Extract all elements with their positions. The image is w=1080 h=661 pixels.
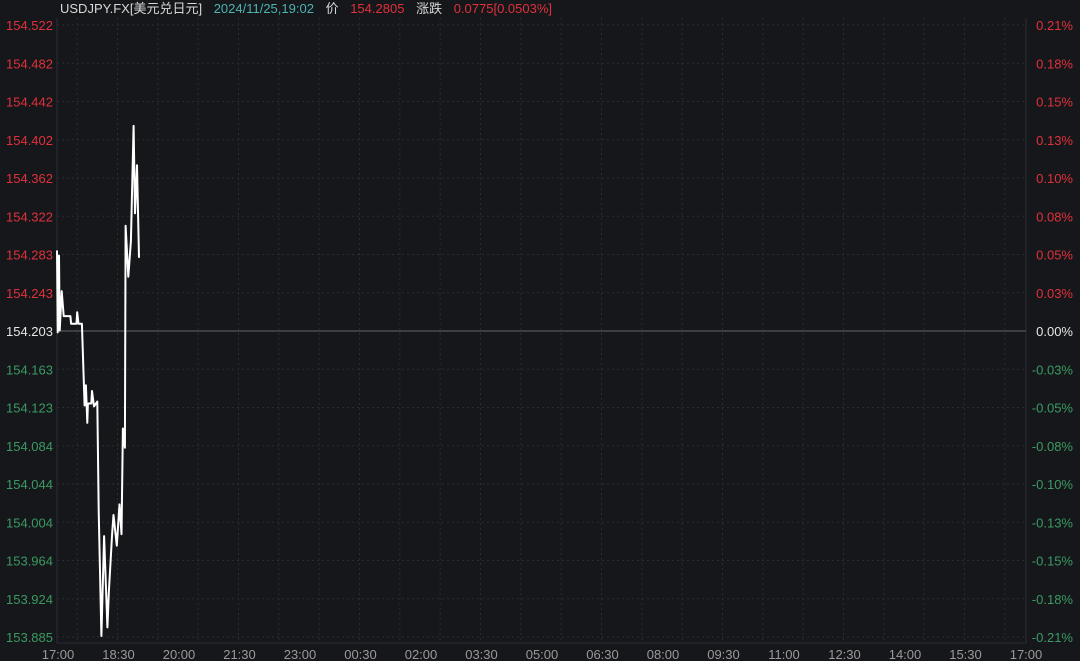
y-tick-right: -0.13% <box>1032 515 1074 530</box>
y-tick-right: 0.18% <box>1036 56 1073 71</box>
y-tick-left: 154.362 <box>6 171 53 186</box>
price-point <box>91 390 93 392</box>
y-tick-left: 153.964 <box>6 554 53 569</box>
price-point <box>61 290 63 292</box>
y-tick-left: 154.123 <box>6 401 53 416</box>
y-tick-right: 0.10% <box>1036 171 1073 186</box>
price-point <box>124 225 127 227</box>
price-point <box>70 323 72 325</box>
x-tick: 06:30 <box>586 647 619 661</box>
y-tick-right: 0.13% <box>1036 133 1073 148</box>
price-point <box>122 427 124 430</box>
x-tick: 20:00 <box>163 647 196 661</box>
price-point <box>127 276 129 278</box>
price-point <box>138 256 140 259</box>
price-point <box>87 402 89 405</box>
price-point <box>136 164 138 166</box>
y-tick-right: -0.10% <box>1032 477 1074 492</box>
price-point <box>81 323 83 325</box>
y-tick-left: 154.044 <box>6 477 53 492</box>
y-tick-left: 154.163 <box>6 362 53 377</box>
y-tick-left: 154.442 <box>6 95 53 110</box>
y-tick-left: 154.322 <box>6 209 53 224</box>
price-point <box>69 315 72 317</box>
price-point <box>100 635 102 637</box>
x-tick: 14:00 <box>889 647 922 661</box>
x-tick: 08:00 <box>647 647 680 661</box>
y-tick-right: 0.03% <box>1036 286 1073 301</box>
x-tick: 03:30 <box>465 647 498 661</box>
price-point <box>57 331 59 334</box>
price-point <box>98 510 100 512</box>
y-tick-left: 154.283 <box>6 248 53 263</box>
x-tick: 09:30 <box>707 647 740 661</box>
x-tick: 02:00 <box>405 647 438 661</box>
price-point <box>96 401 98 403</box>
price-point <box>83 404 86 407</box>
price-point <box>124 447 126 449</box>
x-tick: 21:30 <box>223 647 256 661</box>
y-tick-right: -0.05% <box>1032 401 1074 416</box>
y-tick-left: 154.522 <box>6 18 53 33</box>
x-tick: 23:00 <box>284 647 317 661</box>
x-tick: 17:00 <box>1010 647 1043 661</box>
y-tick-right: 0.08% <box>1036 209 1073 224</box>
price-point <box>108 592 110 594</box>
price-line <box>56 124 140 637</box>
price-point <box>120 533 123 535</box>
price-point <box>77 323 80 325</box>
price-point <box>133 125 135 127</box>
y-tick-right: 0.21% <box>1036 18 1073 33</box>
y-tick-right: 0.05% <box>1036 248 1073 263</box>
price-point <box>103 535 105 537</box>
y-tick-left: 153.885 <box>6 630 53 645</box>
price-point <box>63 315 65 317</box>
x-tick: 15:30 <box>949 647 982 661</box>
y-tick-right: 0.15% <box>1036 95 1073 110</box>
price-point <box>111 533 113 535</box>
price-point <box>86 422 88 424</box>
y-tick-left: 153.924 <box>6 592 53 607</box>
x-tick: 17:00 <box>42 647 75 661</box>
x-tick: 00:30 <box>344 647 377 661</box>
price-point <box>112 514 115 516</box>
y-tick-right: 0.00% <box>1036 324 1073 339</box>
price-point <box>116 545 118 547</box>
y-tick-left: 154.243 <box>6 286 53 301</box>
x-tick: 18:30 <box>102 647 135 661</box>
y-tick-left: 154.203 <box>6 324 53 339</box>
price-point <box>90 402 92 405</box>
price-point <box>134 212 136 214</box>
x-tick: 11:00 <box>768 647 800 661</box>
intraday-line-chart: 154.522 0.21% 154.482 0.18% 154.442 0.15% 154.… <box>6 18 1074 661</box>
price-point <box>118 503 121 506</box>
x-tick: 12:30 <box>828 647 861 661</box>
y-tick-left: 154.084 <box>6 439 53 454</box>
y-tick-right: -0.15% <box>1032 554 1074 569</box>
y-tick-right: -0.18% <box>1032 592 1074 607</box>
price-point <box>85 384 87 386</box>
y-tick-left: 154.402 <box>6 133 53 148</box>
price-point <box>56 250 58 252</box>
price-point <box>106 626 109 628</box>
price-point <box>75 323 78 325</box>
price-point <box>130 240 132 242</box>
y-tick-right: -0.08% <box>1032 439 1074 454</box>
price-point <box>93 405 95 408</box>
y-tick-right: -0.21% <box>1032 630 1074 645</box>
price-point <box>59 329 61 332</box>
y-tick-left: 154.004 <box>6 515 53 530</box>
y-tick-left: 154.482 <box>6 56 53 71</box>
y-tick-right: -0.03% <box>1032 362 1074 377</box>
price-point <box>76 311 78 313</box>
x-tick: 05:00 <box>526 647 559 661</box>
price-point <box>58 254 60 257</box>
